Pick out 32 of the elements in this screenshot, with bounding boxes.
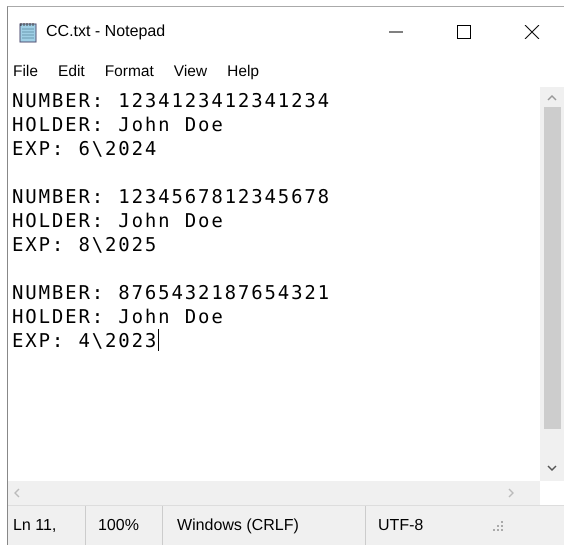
text-line: EXP: 8\2025 (12, 234, 158, 256)
menu-item[interactable]: File (8, 60, 47, 84)
text-line: HOLDER: John Doe (12, 210, 225, 232)
vertical-scrollbar[interactable] (540, 87, 564, 481)
text-line: HOLDER: John Doe (12, 114, 225, 136)
status-text: Ln 11, (12, 516, 56, 536)
menu-item[interactable]: View (162, 60, 216, 84)
text-line: EXP: 6\2024 (12, 138, 158, 160)
scroll-left-icon[interactable] (14, 488, 20, 498)
status-text: UTF-8 (377, 516, 424, 536)
text-line: NUMBER: 8765432187654321 (12, 282, 331, 304)
scroll-thumb[interactable] (544, 107, 560, 429)
menu-item[interactable]: Help (216, 60, 268, 84)
status-text: Windows (CRLF) (176, 516, 299, 536)
menu-item[interactable]: Edit (46, 60, 94, 84)
status-text: 100% (97, 516, 139, 536)
close-icon (524, 25, 540, 39)
scroll-right-icon[interactable] (508, 488, 514, 498)
text-line: NUMBER: 1234567812345678 (12, 186, 331, 208)
scroll-down-icon[interactable] (547, 465, 557, 471)
text-line: HOLDER: John Doe (12, 306, 225, 328)
text-line: EXP: 4\2023 (12, 330, 158, 352)
text-area[interactable]: NUMBER: 1234123412341234 HOLDER: John Doe EXP: 6\2024 NUMBER: 1234567812345678 HOLDER: John Doe EXP: 8\2025 NUMBER: 8765432187654321 HOLDER: John Doe EXP: 4\2023 (8, 87, 540, 481)
notepad-icon (18, 21, 38, 43)
window-title: CC.txt - Notepad (46, 22, 166, 42)
scroll-up-icon[interactable] (547, 95, 557, 101)
minimize-icon (389, 31, 403, 33)
horizontal-scrollbar[interactable] (8, 481, 540, 505)
text-line: NUMBER: 1234123412341234 (12, 90, 331, 112)
maximize-icon (456, 25, 472, 39)
menu-item[interactable]: Format (94, 60, 163, 84)
resize-grip-icon[interactable] (493, 520, 504, 530)
